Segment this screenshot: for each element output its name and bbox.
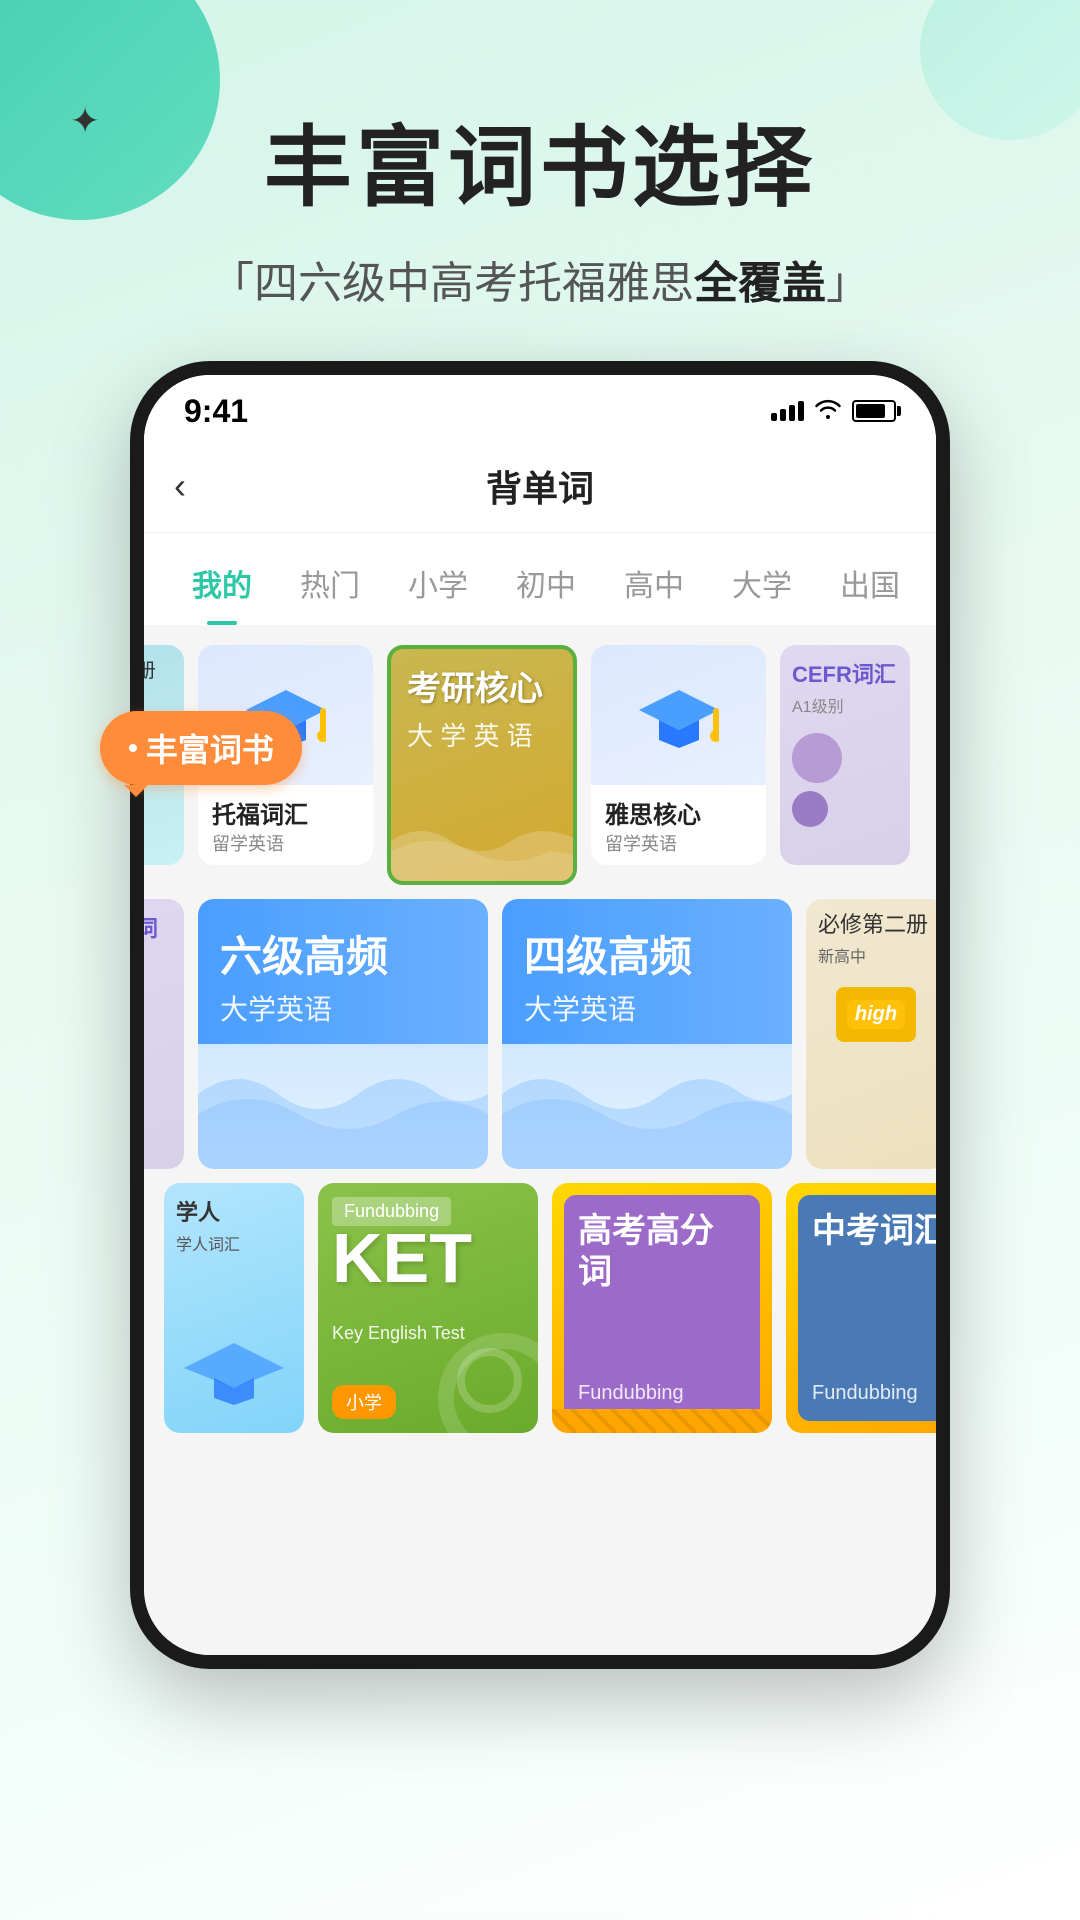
signal-bars-icon xyxy=(771,401,804,421)
cefr-right-title: CEFR词汇 xyxy=(792,657,898,689)
xueren-sub: 学人词汇 xyxy=(176,1231,292,1255)
kaoyan-card[interactable]: 考研核心 大 学 英 语 xyxy=(387,645,577,885)
ket-circle2 xyxy=(457,1348,522,1413)
floating-badge: 丰富词书 xyxy=(100,711,302,785)
tab-other[interactable]: 其 xyxy=(924,553,936,625)
tuofu-sub: 留学英语 xyxy=(212,830,359,856)
cefr-partial-right[interactable]: CEFR词汇 A1级别 xyxy=(780,645,910,865)
ket-title: KET xyxy=(332,1223,472,1293)
tuofu-title: 托福词汇 xyxy=(212,795,359,830)
kaoyan-title: 考研核心 xyxy=(407,669,557,710)
tab-hot[interactable]: 热门 xyxy=(276,553,384,625)
back-button[interactable]: ‹ xyxy=(174,465,224,507)
sub-title-start: 「四六级中高考托福雅思 xyxy=(210,259,694,308)
status-bar: 9:41 xyxy=(144,375,936,440)
tab-abroad[interactable]: 出国 xyxy=(816,553,924,625)
cefr-left-title: CEFR词汇 xyxy=(144,911,172,975)
siji-wave xyxy=(502,1044,792,1169)
kaoyan-wave xyxy=(391,801,577,881)
high-board-right: high xyxy=(836,987,916,1042)
tab-primary[interactable]: 小学 xyxy=(384,553,492,625)
siji-sub: 大学英语 xyxy=(524,988,770,1028)
kaoyan-sub: 大 学 英 语 xyxy=(407,716,557,753)
bixiu-left-sub: 高中 xyxy=(144,685,172,709)
gaokao-brand: Fundubbing xyxy=(578,1382,746,1405)
nav-bar: ‹ 背单词 xyxy=(144,440,936,533)
gaokao-card[interactable]: 高考高分词 Fundubbing xyxy=(552,1183,772,1433)
xueren-title: 学人 xyxy=(176,1195,292,1227)
status-icons xyxy=(771,397,896,426)
tab-university[interactable]: 大学 xyxy=(708,553,816,625)
yasi-sub: 留学英语 xyxy=(605,830,752,856)
siji-card[interactable]: 四级高频 大学英语 xyxy=(502,899,792,1169)
main-title: 丰富词书选择 xyxy=(60,120,1020,217)
header-section: ✦ 丰富词书选择 「四六级中高考托福雅思全覆盖」 xyxy=(0,0,1080,361)
yasi-card[interactable]: 雅思核心 留学英语 xyxy=(591,645,766,865)
liuji-card[interactable]: 六级高频 大学英语 xyxy=(198,899,488,1169)
liuji-wave xyxy=(198,1044,488,1169)
cefr-left-level: A1级别 xyxy=(144,979,172,1003)
xueren-card[interactable]: 学人 学人词汇 xyxy=(164,1183,304,1433)
gaokao-lines xyxy=(552,1409,772,1433)
zhongkao-brand: Fundubbing xyxy=(812,1382,936,1405)
cefr-right-level: A1级别 xyxy=(792,693,898,717)
sub-title-end: 」 xyxy=(826,259,870,308)
battery-fill xyxy=(856,404,885,418)
tab-high[interactable]: 高中 xyxy=(600,553,708,625)
yasi-title: 雅思核心 xyxy=(605,795,752,830)
xueren-grad-cap xyxy=(184,1333,284,1413)
wifi-icon xyxy=(814,397,842,426)
tab-middle[interactable]: 初中 xyxy=(492,553,600,625)
phone-screen: 9:41 xyxy=(144,375,936,1655)
high-badge-right: high xyxy=(847,1000,905,1029)
phone-mockup-wrapper: 9:41 xyxy=(130,361,950,1669)
nav-title: 背单词 xyxy=(224,460,856,512)
ket-card[interactable]: Fundubbing KET Key English Test 小学 xyxy=(318,1183,538,1433)
sub-title-bold: 全覆盖 xyxy=(694,259,826,308)
yasi-grad-cap-icon xyxy=(639,680,719,750)
liuji-sub: 大学英语 xyxy=(220,988,466,1028)
sub-title: 「四六级中高考托福雅思全覆盖」 xyxy=(60,247,1020,311)
status-time: 9:41 xyxy=(184,393,248,430)
phone-mockup: 9:41 xyxy=(130,361,950,1669)
zhongkao-title: 中考词汇 xyxy=(812,1211,936,1252)
zhongkao-card[interactable]: 中考词汇 Fundubbing xyxy=(786,1183,936,1433)
bixiu-right-card[interactable]: 必修第二册 新高中 high xyxy=(806,899,936,1169)
ket-level: 小学 xyxy=(332,1385,396,1419)
battery-icon xyxy=(852,400,896,422)
siji-title: 四级高频 xyxy=(524,923,770,984)
bixiu-right-title: 必修第二册 xyxy=(818,911,934,940)
cefr-left-card[interactable]: CEFR词汇 A1级别 xyxy=(144,899,184,1169)
gaokao-title: 高考高分词 xyxy=(578,1211,746,1293)
tab-bar: 我的 热门 小学 初中 高中 大学 出国 其 xyxy=(144,533,936,625)
sparkle-icon: ✦ xyxy=(70,100,100,142)
ket-sub1: Key English Test xyxy=(332,1323,465,1344)
book-row-3: 学人 学人词汇 Fundubbing KET xyxy=(164,1183,916,1433)
bixiu-right-sub: 新高中 xyxy=(818,943,934,967)
book-row-2: CEFR词汇 A1级别 六级高频 大学英语 xyxy=(144,899,916,1169)
bixiu-left-title: 修第二册 xyxy=(144,657,172,685)
liuji-title: 六级高频 xyxy=(220,923,466,984)
tab-mine[interactable]: 我的 xyxy=(168,553,276,625)
